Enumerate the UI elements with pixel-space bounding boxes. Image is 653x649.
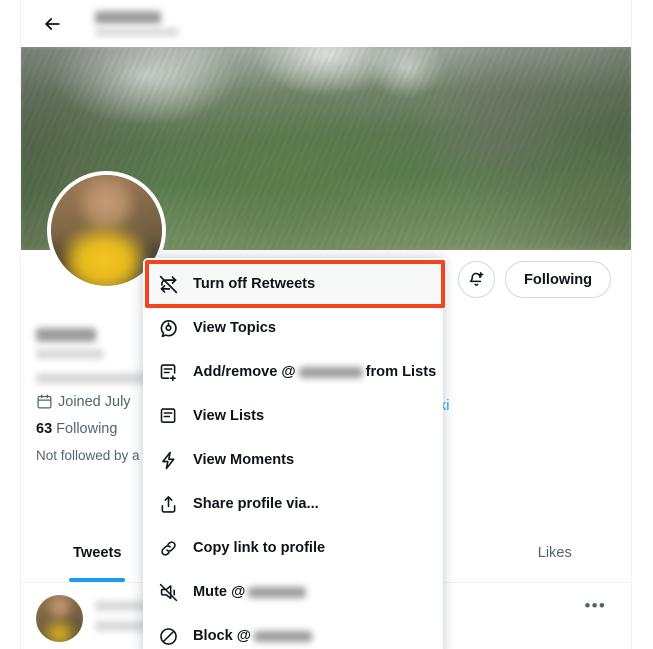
mute-icon	[157, 581, 179, 603]
more-horizontal-icon[interactable]: •••	[585, 597, 616, 614]
following-count-label: Following	[56, 421, 118, 437]
tab-likes-label: Likes	[537, 545, 572, 561]
menu-item-mute-label: Mute @	[193, 584, 309, 600]
twitter-profile-screen: Following Joined July 63 Following Not f…	[0, 0, 653, 649]
notify-button[interactable]	[458, 261, 495, 298]
tweet-avatar[interactable]	[36, 595, 83, 642]
menu-item-mute-prefix: Mute @	[193, 584, 246, 600]
tweet-avatar-image	[36, 595, 83, 642]
page-title-redacted	[95, 11, 161, 24]
link-icon	[157, 537, 179, 559]
menu-item-add-remove-from-lists[interactable]: Add/remove @ from Lists	[143, 350, 443, 394]
menu-item-block-prefix: Block @	[193, 628, 252, 644]
column-divider-right	[631, 0, 632, 649]
list-add-icon	[157, 361, 179, 383]
list-icon	[157, 405, 179, 427]
moments-icon	[157, 449, 179, 471]
following-count-value: 63	[36, 421, 53, 437]
profile-overflow-menu: Turn off Retweets View Topics Add/remove…	[143, 258, 443, 649]
topics-icon	[157, 317, 179, 339]
menu-item-view-moments-label: View Moments	[193, 452, 295, 468]
back-button[interactable]	[35, 7, 69, 41]
menu-item-turn-off-retweets[interactable]: Turn off Retweets	[143, 262, 443, 306]
profile-name-redacted	[36, 328, 96, 342]
menu-item-mute[interactable]: Mute @	[143, 570, 443, 614]
tweet-author-name-redacted	[95, 600, 149, 611]
menu-item-view-lists-label: View Lists	[193, 408, 265, 424]
bell-plus-icon	[467, 270, 486, 289]
menu-item-view-topics[interactable]: View Topics	[143, 306, 443, 350]
menu-item-add-remove-from-lists-label: Add/remove @ from Lists	[193, 364, 436, 380]
retweet-off-icon	[157, 273, 179, 295]
menu-item-block-handle-redacted	[254, 630, 313, 642]
page-subtitle-redacted	[95, 28, 179, 36]
menu-item-block-label: Block @	[193, 628, 315, 644]
arrow-left-icon	[42, 14, 62, 34]
profile-actions: Following	[458, 261, 612, 298]
menu-item-block[interactable]: Block @	[143, 614, 443, 649]
tab-likes[interactable]: Likes	[479, 530, 632, 582]
menu-item-share-profile-label: Share profile via...	[193, 496, 319, 512]
menu-item-view-moments[interactable]: View Moments	[143, 438, 443, 482]
menu-item-view-lists[interactable]: View Lists	[143, 394, 443, 438]
top-bar	[21, 0, 631, 47]
menu-item-handle-redacted	[298, 366, 363, 378]
top-bar-titles	[95, 11, 179, 36]
tab-tweets-label: Tweets	[73, 545, 122, 561]
menu-item-copy-link-label: Copy link to profile	[193, 540, 326, 556]
menu-item-add-remove-suffix: from Lists	[365, 364, 437, 380]
menu-item-copy-link[interactable]: Copy link to profile	[143, 526, 443, 570]
menu-item-turn-off-retweets-label: Turn off Retweets	[193, 276, 316, 292]
block-icon	[157, 625, 179, 647]
share-icon	[157, 493, 179, 515]
calendar-icon	[36, 393, 53, 410]
menu-item-view-topics-label: View Topics	[193, 320, 276, 336]
menu-item-add-remove-prefix: Add/remove @	[193, 364, 296, 380]
menu-item-share-profile[interactable]: Share profile via...	[143, 482, 443, 526]
menu-item-mute-handle-redacted	[248, 586, 307, 598]
profile-handle-redacted	[36, 349, 104, 359]
following-button[interactable]: Following	[505, 261, 612, 298]
joined-date-label: Joined July	[58, 393, 131, 410]
